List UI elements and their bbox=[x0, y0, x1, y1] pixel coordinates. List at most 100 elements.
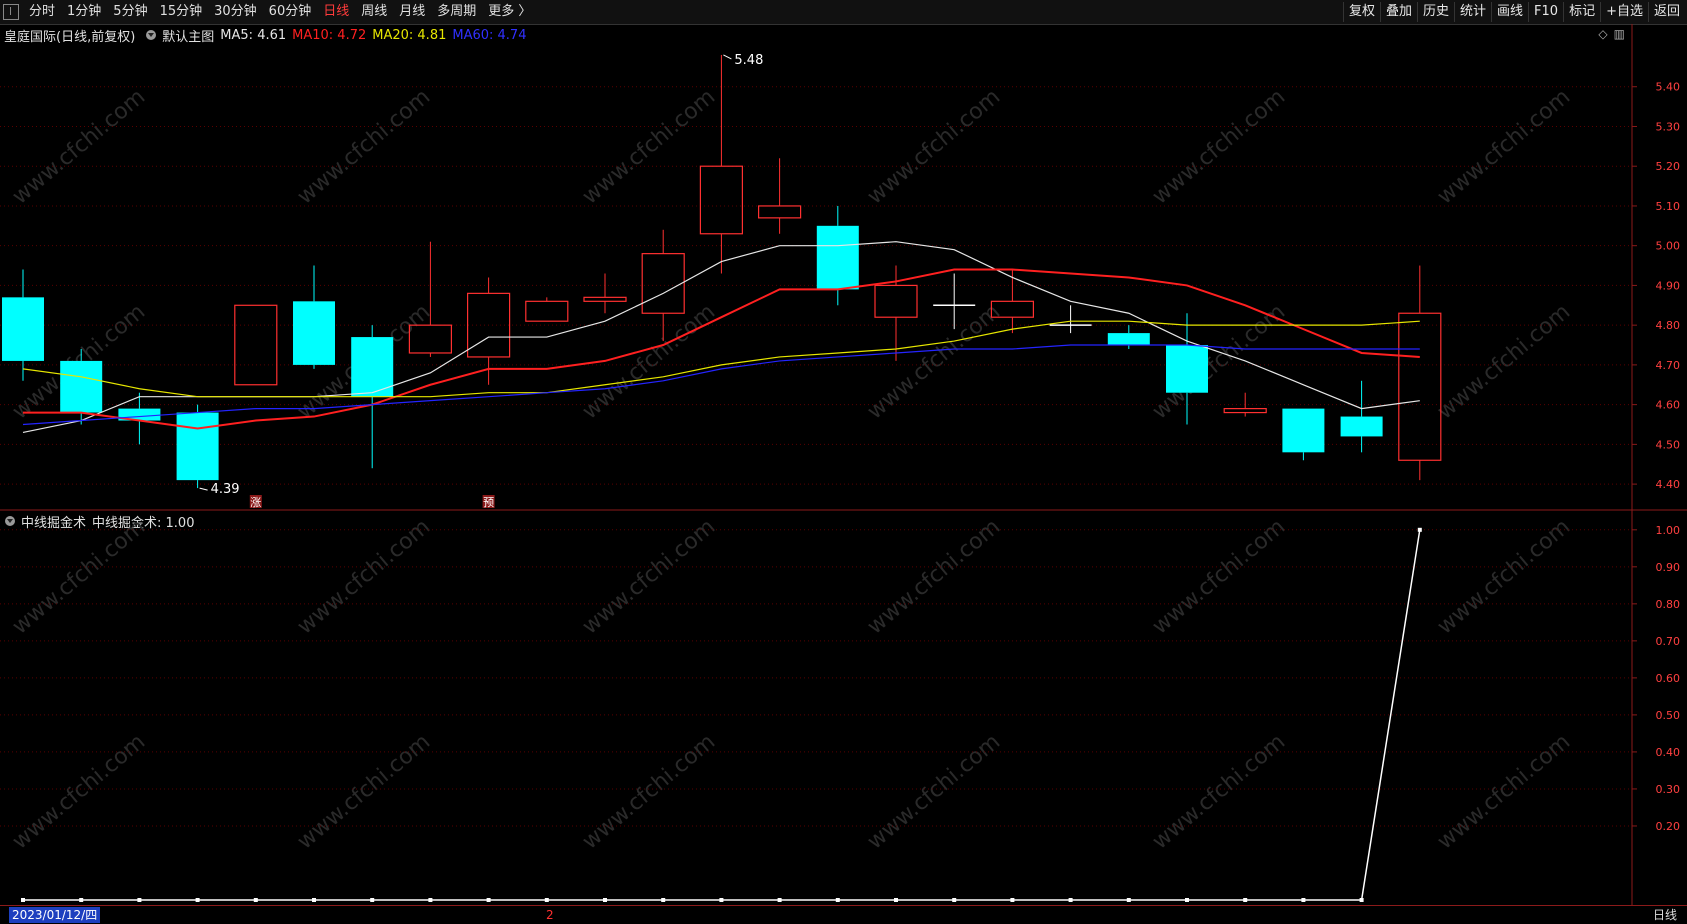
indicator-point bbox=[777, 898, 782, 902]
watermark-text: www.cfchi.com bbox=[578, 514, 720, 639]
price-tick-label: 4.60 bbox=[1656, 399, 1681, 412]
event-tag-0: 涨 bbox=[250, 496, 261, 509]
indicator-point bbox=[1068, 898, 1073, 902]
grid-layer bbox=[0, 24, 1687, 905]
price-tick-label: 5.30 bbox=[1656, 120, 1681, 133]
indicator-point bbox=[21, 898, 25, 902]
candle-3 bbox=[176, 404, 219, 489]
indicator-point bbox=[312, 898, 316, 902]
candle-4 bbox=[234, 304, 278, 386]
indicator-tick-label: 0.40 bbox=[1656, 746, 1681, 759]
indicator-point bbox=[952, 898, 957, 902]
axis-layer: 4.40 4.50 4.60 4.70 4.80 4.90 5.00 5.10 5.20 5.30… bbox=[1632, 81, 1680, 833]
indicator-point bbox=[1010, 898, 1015, 902]
indicator-tick-label: 0.60 bbox=[1656, 672, 1681, 685]
candle-body bbox=[60, 360, 103, 413]
indicator-point bbox=[1359, 898, 1364, 902]
price-tick-label: 5.20 bbox=[1656, 160, 1681, 173]
price-tick-label: 5.10 bbox=[1656, 200, 1681, 213]
indicator-point bbox=[195, 898, 200, 902]
indicator-point bbox=[370, 898, 375, 902]
indicator-tick-label: 0.20 bbox=[1656, 820, 1681, 833]
watermark-text: www.cfchi.com bbox=[1148, 514, 1290, 639]
watermark-text: www.cfchi.com bbox=[8, 514, 150, 639]
indicator-point bbox=[603, 898, 607, 902]
watermark-text: www.cfchi.com bbox=[1433, 514, 1575, 639]
candle-body bbox=[699, 165, 744, 235]
candle-body bbox=[176, 412, 219, 481]
watermark-text: www.cfchi.com bbox=[1148, 84, 1290, 209]
indicator-point bbox=[253, 898, 258, 902]
price-tick-label: 4.50 bbox=[1656, 438, 1681, 451]
watermark-text: www.cfchi.com bbox=[1433, 299, 1575, 424]
watermark-text: www.cfchi.com bbox=[863, 84, 1005, 209]
candle-23 bbox=[1340, 380, 1383, 453]
watermark-text: www.cfchi.com bbox=[863, 299, 1005, 424]
candle-21 bbox=[1223, 392, 1267, 417]
indicator-point bbox=[835, 898, 840, 902]
candle-18 bbox=[1049, 305, 1092, 334]
low-price-label: 4.39 bbox=[211, 482, 240, 497]
candle-body bbox=[1398, 312, 1442, 461]
indicator-point bbox=[1417, 527, 1422, 532]
indicator-point bbox=[428, 898, 433, 902]
price-tick-label: 5.40 bbox=[1656, 81, 1681, 94]
high-arrow bbox=[723, 54, 732, 60]
indicator-point bbox=[1301, 898, 1306, 902]
candle-body bbox=[757, 205, 802, 219]
cursor-date: 2023/01/12/四 bbox=[9, 907, 101, 923]
price-tick-label: 4.80 bbox=[1656, 319, 1681, 332]
indicator-tick-label: 1.00 bbox=[1656, 524, 1681, 537]
indicator-point bbox=[79, 898, 84, 902]
indicator-point bbox=[486, 898, 491, 902]
date-axis-bar: 2023/01/12/四 2 日线 bbox=[0, 905, 1687, 924]
watermark-text: www.cfchi.com bbox=[293, 514, 435, 639]
candle-13 bbox=[757, 158, 802, 234]
indicator-tick-label: 0.30 bbox=[1656, 783, 1681, 796]
candle-body bbox=[816, 225, 859, 290]
indicator-tick-label: 0.90 bbox=[1656, 561, 1681, 574]
indicator-tick-label: 0.80 bbox=[1656, 598, 1681, 611]
candle-body bbox=[1166, 345, 1208, 393]
candle-body bbox=[1282, 408, 1325, 453]
candle-0 bbox=[2, 269, 44, 381]
candle-24 bbox=[1398, 265, 1442, 481]
candle-5 bbox=[293, 265, 335, 369]
watermark-text: www.cfchi.com bbox=[1148, 729, 1290, 854]
candle-body bbox=[641, 253, 685, 314]
indicator-point bbox=[661, 898, 666, 902]
price-tick-label: 5.00 bbox=[1656, 240, 1681, 253]
candle-body bbox=[2, 297, 44, 361]
indicator-point bbox=[137, 898, 142, 902]
indicator-point bbox=[894, 898, 898, 902]
watermark-text: www.cfchi.com bbox=[8, 84, 150, 209]
event-tag-1: 预 bbox=[483, 496, 494, 509]
candle-body bbox=[525, 300, 569, 322]
indicator-point bbox=[1126, 898, 1131, 902]
indicator-point bbox=[1243, 898, 1248, 902]
kline-chart-area[interactable]: www.cfchi.com www.cfchi.com www.cfchi.com w… bbox=[0, 0, 1687, 905]
candle-body bbox=[1223, 408, 1267, 414]
candle-body bbox=[583, 296, 627, 302]
candle-body bbox=[234, 304, 278, 386]
watermark-text: www.cfchi.com bbox=[1433, 84, 1575, 209]
month-marker: 2 bbox=[546, 908, 554, 922]
indicator-point bbox=[544, 898, 549, 902]
candle-body bbox=[1340, 416, 1383, 437]
candle-22 bbox=[1282, 408, 1325, 461]
period-indicator[interactable]: 日线 bbox=[1653, 907, 1677, 923]
indicator-tick-label: 0.50 bbox=[1656, 709, 1681, 722]
watermark-text: www.cfchi.com bbox=[293, 84, 435, 209]
high-price-label: 5.48 bbox=[734, 53, 763, 68]
watermark-text: www.cfchi.com bbox=[578, 729, 720, 854]
candle-body bbox=[293, 301, 335, 365]
watermark-text: www.cfchi.com bbox=[8, 729, 150, 854]
candle-body bbox=[1107, 333, 1150, 346]
low-arrow bbox=[199, 487, 208, 491]
watermark-text: www.cfchi.com bbox=[863, 729, 1005, 854]
price-tick-label: 4.90 bbox=[1656, 279, 1681, 292]
indicator-point bbox=[719, 898, 724, 902]
price-tick-label: 4.40 bbox=[1656, 478, 1681, 491]
candle-7 bbox=[408, 241, 452, 357]
watermark-text: www.cfchi.com bbox=[1433, 729, 1575, 854]
